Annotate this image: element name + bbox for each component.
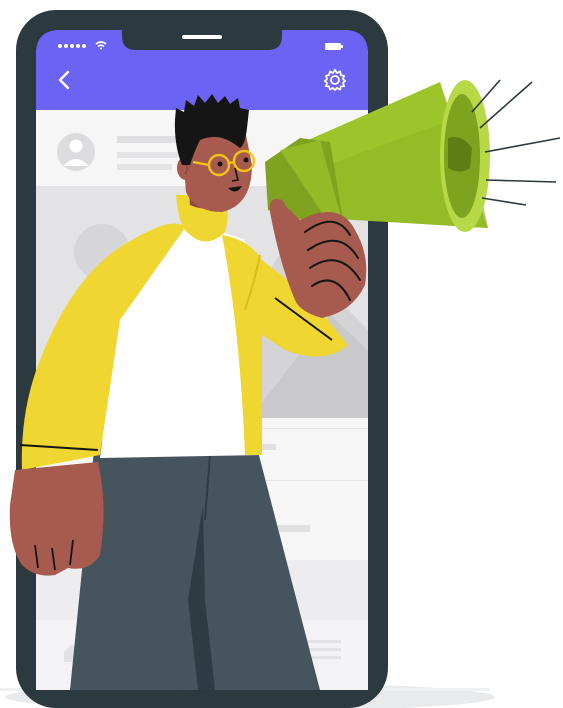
eye-right <box>243 157 249 163</box>
left-fist <box>9 462 104 576</box>
post-header <box>57 133 187 171</box>
eye-left <box>217 161 223 167</box>
battery-icon <box>325 43 343 50</box>
illustration-canvas <box>0 0 563 708</box>
speaker-grille <box>182 35 222 39</box>
illustration-svg <box>0 10 561 708</box>
